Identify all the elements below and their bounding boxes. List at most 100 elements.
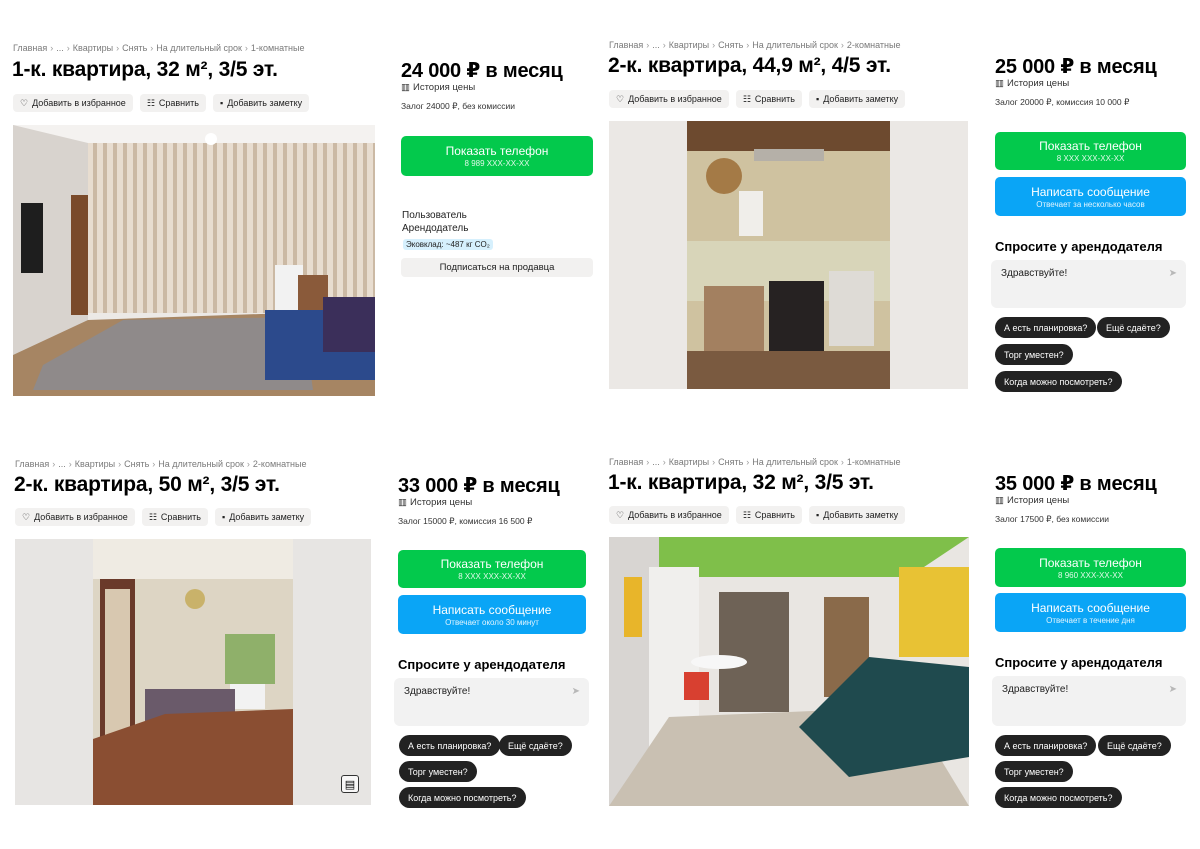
show-phone-label: Показать телефон — [1039, 139, 1142, 153]
compare-icon: ☷ — [742, 509, 751, 520]
note-label: Добавить заметку — [823, 94, 899, 104]
quick-question-chip[interactable]: Торг уместен? — [995, 344, 1073, 365]
send-icon[interactable]: ➤ — [1169, 268, 1177, 279]
compare-label: Сравнить — [160, 512, 201, 522]
ask-landlord-title: Спросите у арендодателя — [398, 657, 566, 672]
send-icon[interactable]: ➤ — [1169, 684, 1177, 695]
phone-number: 8 ХХХ ХХХ-ХХ-ХХ — [458, 572, 526, 581]
message-input[interactable]: Здравствуйте! ➤ — [394, 678, 589, 726]
show-phone-button[interactable]: Показать телефон 8 ХХХ ХХХ-ХХ-ХХ — [995, 132, 1186, 170]
quick-question-chip[interactable]: Ещё сдаёте? — [1097, 317, 1170, 338]
listing-actions: ♡ Добавить в избранное ☷ Сравнить ▪ Добавит… — [15, 508, 312, 526]
chart-icon: ▥ — [995, 495, 1004, 506]
quick-question-chip[interactable]: Торг уместен? — [995, 761, 1073, 782]
write-message-button[interactable]: Написать сообщение Отвечает около 30 мин… — [398, 595, 586, 634]
price-history-link[interactable]: ▥ История цены — [995, 78, 1069, 89]
listing-photo[interactable]: ▤ — [15, 539, 371, 805]
write-message-button[interactable]: Написать сообщение Отвечает в течение дн… — [995, 593, 1186, 632]
show-phone-button[interactable]: Показать телефон 8 960 ХХХ-ХХ-ХХ — [995, 548, 1186, 587]
listing-photo[interactable] — [609, 537, 969, 806]
heart-icon: ♡ — [20, 97, 29, 108]
quick-question-chip[interactable]: А есть планировка? — [399, 735, 501, 756]
crumb-rooms[interactable]: 1-комнатные — [847, 457, 901, 467]
quick-question-chip[interactable]: Когда можно посмотреть? — [995, 787, 1122, 808]
listing-title: 2-к. квартира, 44,9 м², 4/5 эт. — [608, 54, 891, 77]
favorite-button[interactable]: ♡ Добавить в избранное — [13, 94, 133, 112]
compare-button[interactable]: ☷ Сравнить — [141, 508, 208, 526]
write-message-button[interactable]: Написать сообщение Отвечает за несколько… — [995, 177, 1186, 216]
compare-button[interactable]: ☷ Сравнить — [139, 94, 206, 112]
heart-icon: ♡ — [616, 93, 625, 104]
message-input[interactable]: Здравствуйте! ➤ — [991, 260, 1186, 308]
crumb-home[interactable]: Главная — [609, 457, 643, 467]
send-icon[interactable]: ➤ — [572, 686, 580, 697]
price-history-link[interactable]: ▥ История цены — [401, 82, 475, 93]
quick-question-chip[interactable]: Торг уместен? — [399, 761, 477, 782]
show-phone-label: Показать телефон — [445, 144, 549, 158]
compare-button[interactable]: ☷ Сравнить — [735, 506, 802, 524]
compare-label: Сравнить — [754, 94, 795, 104]
crumb-home[interactable]: Главная — [15, 459, 49, 469]
note-button[interactable]: ▪ Добавить заметку — [213, 94, 310, 112]
crumb-rent[interactable]: Снять — [718, 457, 743, 467]
seller-type[interactable]: Пользователь — [402, 209, 468, 222]
crumb-ellipsis[interactable]: ... — [58, 459, 66, 469]
crumb-home[interactable]: Главная — [609, 40, 643, 50]
price-history-label: История цены — [1006, 78, 1070, 89]
response-time: Отвечает около 30 минут — [445, 617, 539, 627]
quick-question-chip[interactable]: Когда можно посмотреть? — [399, 787, 526, 808]
crumb-rooms[interactable]: 2-комнатные — [847, 40, 901, 50]
crumb-rent[interactable]: Снять — [124, 459, 149, 469]
note-button[interactable]: ▪ Добавить заметку — [809, 90, 906, 108]
crumb-ellipsis[interactable]: ... — [652, 40, 660, 50]
message-input[interactable]: Здравствуйте! ➤ — [992, 676, 1186, 726]
crumb-home[interactable]: Главная — [13, 43, 47, 53]
quick-question-chip[interactable]: А есть планировка? — [995, 317, 1097, 338]
crumb-apartments[interactable]: Квартиры — [73, 43, 113, 53]
note-button[interactable]: ▪ Добавить заметку — [809, 506, 906, 524]
breadcrumb: Главная ›... › Квартиры › Снять › На длительный… — [13, 43, 305, 53]
price-history-link[interactable]: ▥ История цены — [995, 495, 1069, 506]
phone-number: 8 989 ХХХ-ХХ-ХХ — [464, 159, 530, 168]
crumb-long-term[interactable]: На длительный срок — [752, 457, 838, 467]
price-history-link[interactable]: ▥ История цены — [398, 497, 472, 508]
write-message-label: Написать сообщение — [1031, 184, 1150, 199]
crumb-long-term[interactable]: На длительный срок — [156, 43, 242, 53]
favorite-button[interactable]: ♡ Добавить в избранное — [609, 506, 729, 524]
crumb-ellipsis[interactable]: ... — [56, 43, 64, 53]
quick-question-chip[interactable]: Ещё сдаёте? — [1098, 735, 1171, 756]
crumb-rooms[interactable]: 1-комнатные — [251, 43, 305, 53]
subscribe-seller-button[interactable]: Подписаться на продавца — [401, 258, 593, 277]
show-phone-button[interactable]: Показать телефон 8 ХХХ ХХХ-ХХ-ХХ — [398, 550, 586, 588]
quick-question-chip[interactable]: А есть планировка? — [995, 735, 1097, 756]
crumb-long-term[interactable]: На длительный срок — [158, 459, 244, 469]
quick-question-chip[interactable]: Ещё сдаёте? — [499, 735, 572, 756]
deposit-info: Залог 24000 ₽, без комиссии — [401, 101, 515, 111]
crumb-apartments[interactable]: Квартиры — [75, 459, 115, 469]
chart-icon: ▥ — [398, 497, 407, 508]
listing-photo[interactable] — [609, 121, 968, 389]
crumb-rent[interactable]: Снять — [122, 43, 147, 53]
phone-number: 8 960 ХХХ-ХХ-ХХ — [1058, 570, 1123, 580]
crumb-rooms[interactable]: 2-комнатные — [253, 459, 307, 469]
note-icon: ▪ — [816, 509, 820, 520]
crumb-apartments[interactable]: Квартиры — [669, 457, 709, 467]
quick-question-chip[interactable]: Когда можно посмотреть? — [995, 371, 1122, 392]
favorite-button[interactable]: ♡ Добавить в избранное — [15, 508, 135, 526]
note-button[interactable]: ▪ Добавить заметку — [215, 508, 312, 526]
crumb-long-term[interactable]: На длительный срок — [752, 40, 838, 50]
compare-button[interactable]: ☷ Сравнить — [735, 90, 802, 108]
breadcrumb: Главная ›... › Квартиры › Снять › На длительный… — [609, 40, 901, 50]
listing-3: Главная ›... › Квартиры › Снять › На длительный… — [2, 417, 602, 841]
listing-photo[interactable] — [13, 125, 375, 396]
favorite-button[interactable]: ♡ Добавить в избранное — [609, 90, 729, 108]
crumb-ellipsis[interactable]: ... — [652, 457, 660, 467]
show-phone-button[interactable]: Показать телефон 8 989 ХХХ-ХХ-ХХ — [401, 136, 593, 176]
crumb-apartments[interactable]: Квартиры — [669, 40, 709, 50]
deposit-info: Залог 15000 ₽, комиссия 16 500 ₽ — [398, 516, 533, 526]
listing-actions: ♡ Добавить в избранное ☷ Сравнить ▪ Добавит… — [609, 90, 906, 108]
crumb-rent[interactable]: Снять — [718, 40, 743, 50]
note-icon: ▪ — [222, 511, 226, 522]
write-message-label: Написать сообщение — [432, 602, 552, 617]
gallery-icon[interactable]: ▤ — [341, 775, 359, 793]
